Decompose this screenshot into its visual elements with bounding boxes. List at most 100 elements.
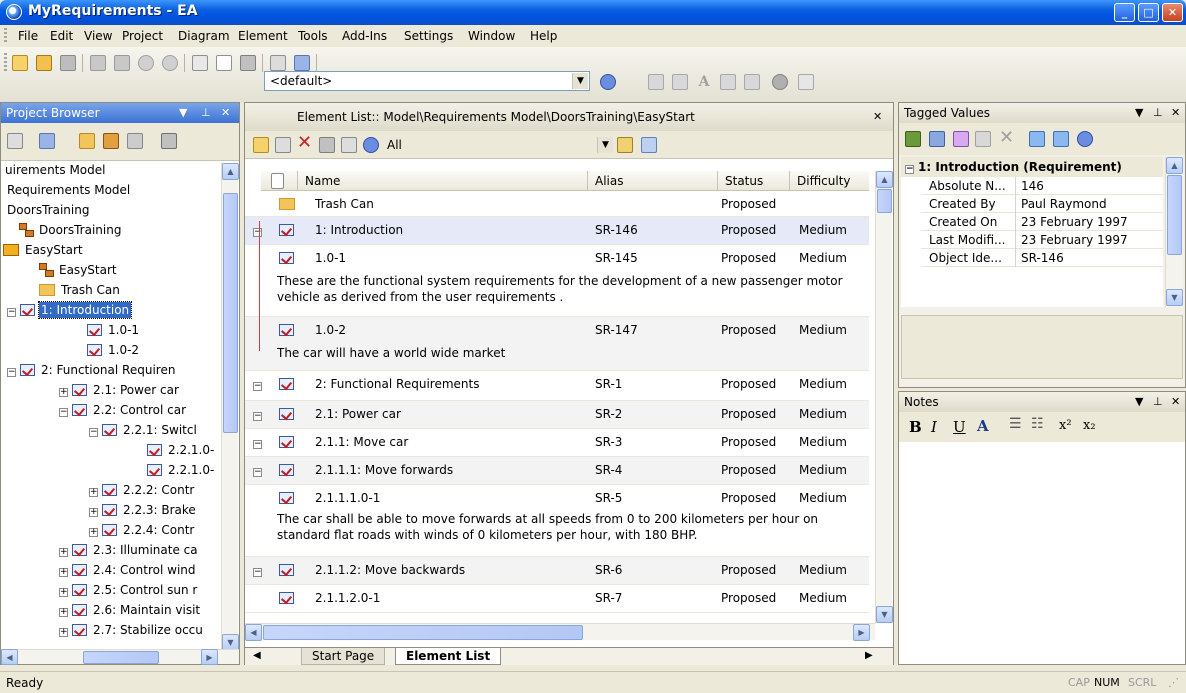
tree-vertical-scrollbar[interactable]: ▲ ▼ — [221, 163, 239, 651]
collapse-icon[interactable]: − — [59, 408, 68, 417]
menu-help[interactable]: Help — [530, 29, 557, 43]
tree-item[interactable]: −1: Introduction — [7, 301, 133, 323]
help-icon[interactable] — [600, 74, 616, 90]
scroll-up-icon[interactable]: ▲ — [876, 171, 893, 188]
scroll-right-icon[interactable]: ▶ — [201, 649, 218, 665]
scroll-thumb[interactable] — [83, 651, 159, 664]
table-row[interactable]: − 2.1.1.2: Move backwards SR-6 Proposed … — [245, 557, 869, 585]
collapse-icon[interactable]: − — [253, 568, 262, 577]
line-tool-icon[interactable] — [798, 74, 814, 90]
tree-item[interactable]: Trash Can — [39, 283, 122, 303]
table-row[interactable]: 1.0-2 SR-147 Proposed Medium The car wil… — [245, 317, 869, 371]
scroll-left-icon[interactable]: ◀ — [1, 649, 18, 665]
tree-item[interactable]: 2.2.1.0- — [147, 463, 216, 483]
edit-icon[interactable] — [341, 137, 357, 153]
collapse-icon[interactable]: − — [253, 382, 262, 391]
pin-icon[interactable]: ⊥ — [1153, 395, 1163, 408]
menu-add-ins[interactable]: Add-Ins — [342, 29, 387, 43]
cut-icon[interactable] — [90, 55, 106, 71]
menu-edit[interactable]: Edit — [50, 29, 73, 43]
undo-icon[interactable] — [138, 55, 154, 71]
tree-item[interactable]: +2.3: Illuminate ca — [59, 543, 200, 563]
tree-item[interactable]: +2.2.2: Contr — [89, 483, 196, 503]
menu-project[interactable]: Project — [122, 29, 163, 43]
tree-item[interactable]: Requirements Model — [5, 183, 132, 203]
properties-icon[interactable] — [270, 55, 286, 71]
format-icon[interactable] — [720, 74, 736, 90]
superscript-icon[interactable]: x² — [1059, 418, 1072, 433]
table-row[interactable]: Trash Can Proposed — [245, 191, 869, 217]
font-icon[interactable]: A — [696, 74, 712, 90]
expand-icon[interactable]: + — [59, 628, 68, 637]
tag-group-header[interactable]: −1: Introduction (Requirement) — [901, 157, 1163, 177]
tree-item[interactable]: +2.6: Maintain visit — [59, 603, 202, 623]
tree-horizontal-scrollbar[interactable]: ◀ ▶ — [1, 649, 239, 665]
expand-icon[interactable]: + — [59, 588, 68, 597]
properties-icon[interactable] — [1053, 131, 1069, 147]
collapse-icon[interactable]: − — [253, 468, 262, 477]
close-pane-icon[interactable]: ✕ — [221, 106, 230, 119]
tab-scroll-left-icon[interactable]: ◀ — [253, 650, 261, 661]
scroll-up-icon[interactable]: ▲ — [222, 163, 239, 180]
new-project-icon[interactable] — [12, 55, 28, 71]
open-project-icon[interactable] — [36, 55, 52, 71]
print-icon[interactable] — [240, 55, 256, 71]
collapse-icon[interactable]: − — [253, 440, 262, 449]
numbered-list-icon[interactable]: ☷ — [1031, 416, 1044, 432]
delete-icon[interactable]: ✕ — [297, 134, 313, 152]
tree-item[interactable]: DoorsTraining — [19, 223, 123, 243]
edit-tag-icon[interactable] — [975, 131, 991, 147]
new-element-icon[interactable] — [253, 137, 269, 153]
menu-diagram[interactable]: Diagram — [178, 29, 230, 43]
pane-menu-icon[interactable]: ▼ — [1135, 395, 1143, 408]
column-header-alias[interactable]: Alias — [595, 174, 623, 188]
minimize-button[interactable]: _ — [1114, 3, 1135, 22]
tree-item[interactable]: +2.7: Stabilize occu — [59, 623, 205, 643]
expand-icon[interactable]: + — [89, 488, 98, 497]
note-tool-icon[interactable] — [672, 74, 688, 90]
chevron-down-icon[interactable]: ▼ — [572, 73, 588, 89]
tree-item[interactable]: −2: Functional Requiren — [7, 363, 177, 383]
collapse-icon[interactable]: − — [253, 228, 262, 237]
print-preview-icon[interactable] — [192, 55, 208, 71]
scroll-right-icon[interactable]: ▶ — [853, 624, 870, 641]
tree-view-icon[interactable] — [641, 137, 657, 153]
new-package-icon[interactable] — [79, 133, 95, 149]
scroll-left-icon[interactable]: ◀ — [245, 624, 262, 641]
grid-vertical-scrollbar[interactable]: ▲ ▼ — [875, 171, 893, 623]
menu-tools[interactable]: Tools — [298, 29, 328, 43]
resize-grip-icon[interactable]: ⋰ — [1168, 676, 1179, 689]
pane-menu-icon[interactable]: ▼ — [1135, 106, 1143, 119]
collapse-icon[interactable]: − — [89, 428, 98, 437]
tab-scroll-right-icon[interactable]: ▶ — [865, 650, 873, 661]
find-icon[interactable] — [161, 133, 177, 149]
scroll-up-icon[interactable]: ▲ — [1166, 157, 1183, 174]
sort-icon[interactable] — [929, 131, 945, 147]
help-icon[interactable] — [363, 137, 379, 153]
page-setup-icon[interactable] — [216, 55, 232, 71]
diagram-tool-icon[interactable] — [648, 74, 664, 90]
table-row[interactable]: − 2.1.1.1: Move forwards SR-4 Proposed M… — [245, 457, 869, 485]
save-icon[interactable] — [60, 55, 76, 71]
bullet-list-icon[interactable]: ☰ — [1009, 416, 1022, 432]
delete-icon[interactable]: ✕ — [999, 129, 1015, 147]
table-row[interactable]: 2.1.1.2.0-1 SR-7 Proposed Medium — [245, 585, 869, 613]
new-tag-icon[interactable] — [953, 131, 969, 147]
scroll-down-icon[interactable]: ▼ — [1166, 289, 1183, 306]
grid-horizontal-scrollbar[interactable]: ◀ ▶ — [245, 623, 875, 641]
scroll-thumb[interactable] — [223, 193, 238, 433]
close-pane-icon[interactable]: ✕ — [1171, 395, 1180, 408]
menu-view[interactable]: View — [84, 29, 112, 43]
font-color-icon[interactable]: A — [977, 417, 989, 435]
chevron-down-icon[interactable]: ▼ — [597, 137, 613, 153]
menu-window[interactable]: Window — [468, 29, 515, 43]
tree-item[interactable]: +2.1: Power car — [59, 383, 181, 403]
scroll-thumb[interactable] — [877, 189, 892, 213]
collapse-icon[interactable]: − — [7, 368, 16, 377]
collapse-icon[interactable]: − — [7, 308, 16, 317]
tree-item[interactable]: +2.5: Control sun r — [59, 583, 199, 603]
copy-icon[interactable] — [114, 55, 130, 71]
profile-select[interactable]: <default> ▼ — [264, 71, 590, 91]
table-row[interactable]: − 2: Functional Requirements SR-1 Propos… — [245, 371, 869, 401]
table-row[interactable]: 1.0-1 SR-145 Proposed Medium These are t… — [245, 245, 869, 317]
